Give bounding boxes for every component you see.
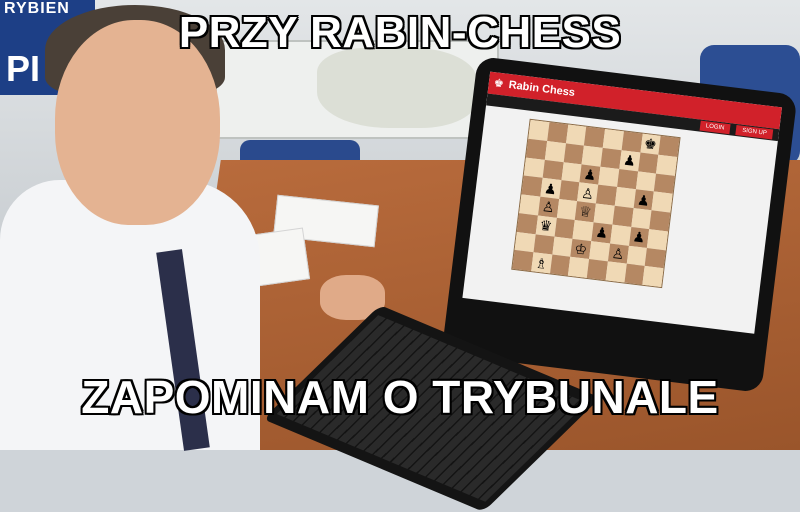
board-square[interactable] [656,154,678,176]
board-square[interactable]: ♟ [619,149,640,171]
board-square[interactable] [554,217,576,239]
all-in-one-monitor: ♚ Rabin Chess LOGIN SIGN UP ♚ ♟ ♟ ♟ ♙ ♟ ♙ ♕ ♛ ♟ ♟ ♔… [441,56,798,394]
board-square[interactable] [526,138,547,160]
board-square[interactable] [595,184,617,206]
board-square[interactable]: ♟ [633,189,655,211]
board-square[interactable] [602,129,624,150]
chess-piece[interactable]: ♔ [574,240,588,257]
board-square[interactable] [519,194,541,216]
map-shape [317,48,477,128]
board-square[interactable] [556,198,578,220]
meme-bottom-caption: ZAPOMINAM O TRYBUNALE [81,371,719,423]
board-square[interactable] [581,145,603,167]
board-square[interactable] [521,175,543,197]
chess-piece[interactable]: ♙ [541,198,555,215]
chess-king-icon: ♚ [493,77,505,91]
meme-top-caption: PRZY RABIN-CHESS [178,8,622,57]
board-square[interactable] [605,261,627,283]
app-title: Rabin Chess [507,79,576,100]
board-square[interactable] [551,236,573,258]
board-square[interactable] [563,143,585,164]
board-square[interactable]: ♟ [591,222,613,243]
board-square[interactable]: ♟ [628,226,650,248]
board-square[interactable] [512,250,534,272]
board-square[interactable] [649,210,671,232]
board-square[interactable]: ♚ [639,133,661,155]
monitor-screen: ♚ Rabin Chess LOGIN SIGN UP ♚ ♟ ♟ ♟ ♙ ♟ ♙ ♕ ♛ ♟ ♟ ♔… [462,71,782,334]
board-square[interactable]: ♗ [530,252,552,274]
board-square[interactable] [514,231,536,253]
chess-piece[interactable]: ♚ [643,135,657,152]
board-square[interactable] [565,124,587,146]
board-square[interactable] [600,147,622,169]
board-square[interactable]: ♕ [575,201,596,223]
board-square[interactable] [586,259,608,281]
board-square[interactable] [523,157,545,179]
chess-piece[interactable]: ♙ [581,184,595,201]
chess-piece[interactable]: ♟ [583,166,597,183]
board-square[interactable] [637,152,659,174]
board-square[interactable]: ♙ [607,242,629,264]
board-square[interactable] [560,161,582,183]
board-square[interactable] [549,254,571,276]
chess-piece[interactable]: ♟ [543,180,557,197]
board-square[interactable] [516,212,538,234]
chess-piece[interactable]: ♙ [611,245,625,262]
chess-piece[interactable]: ♕ [578,203,592,220]
chess-piece[interactable]: ♟ [622,152,636,169]
board-square[interactable] [651,191,673,213]
board-square[interactable]: ♟ [540,178,561,199]
board-square[interactable] [533,233,555,255]
login-button[interactable]: LOGIN [699,120,731,135]
chessboard[interactable]: ♚ ♟ ♟ ♟ ♙ ♟ ♙ ♕ ♛ ♟ ♟ ♔ ♙ ♗ [511,118,681,289]
chess-piece[interactable]: ♛ [539,217,553,234]
board-square[interactable] [609,224,631,246]
chess-piece[interactable]: ♟ [636,191,650,208]
board-square[interactable] [614,187,636,209]
board-square[interactable] [621,131,643,153]
chess-piece[interactable]: ♟ [595,224,609,241]
signup-button[interactable]: SIGN UP [735,125,774,140]
board-square[interactable] [546,122,568,144]
board-square[interactable] [598,166,620,188]
board-square[interactable] [642,266,664,288]
board-square[interactable] [593,203,615,225]
board-square[interactable] [647,228,669,250]
board-square[interactable]: ♙ [537,196,559,218]
board-square[interactable]: ♛ [535,215,557,237]
board-square[interactable] [558,180,580,202]
board-square[interactable] [635,170,657,192]
chess-piece[interactable]: ♗ [534,254,548,271]
board-square[interactable] [658,135,680,157]
board-square[interactable] [616,168,638,190]
board-square[interactable] [528,119,550,141]
board-square[interactable] [544,140,566,162]
board-square[interactable] [623,263,645,285]
board-square[interactable]: ♔ [570,238,592,260]
board-square[interactable] [644,247,666,269]
board-square[interactable]: ♙ [577,182,599,204]
board-square[interactable] [568,257,590,278]
board-square[interactable]: ♟ [579,163,601,185]
board-square[interactable] [654,173,675,194]
board-square[interactable] [542,159,564,181]
board-square[interactable] [572,219,594,241]
board-square[interactable] [612,205,634,227]
chess-piece[interactable]: ♟ [632,228,646,245]
board-square[interactable] [626,245,648,267]
board-square[interactable] [630,208,652,229]
board-square[interactable] [589,240,610,262]
board-square[interactable] [584,126,606,148]
